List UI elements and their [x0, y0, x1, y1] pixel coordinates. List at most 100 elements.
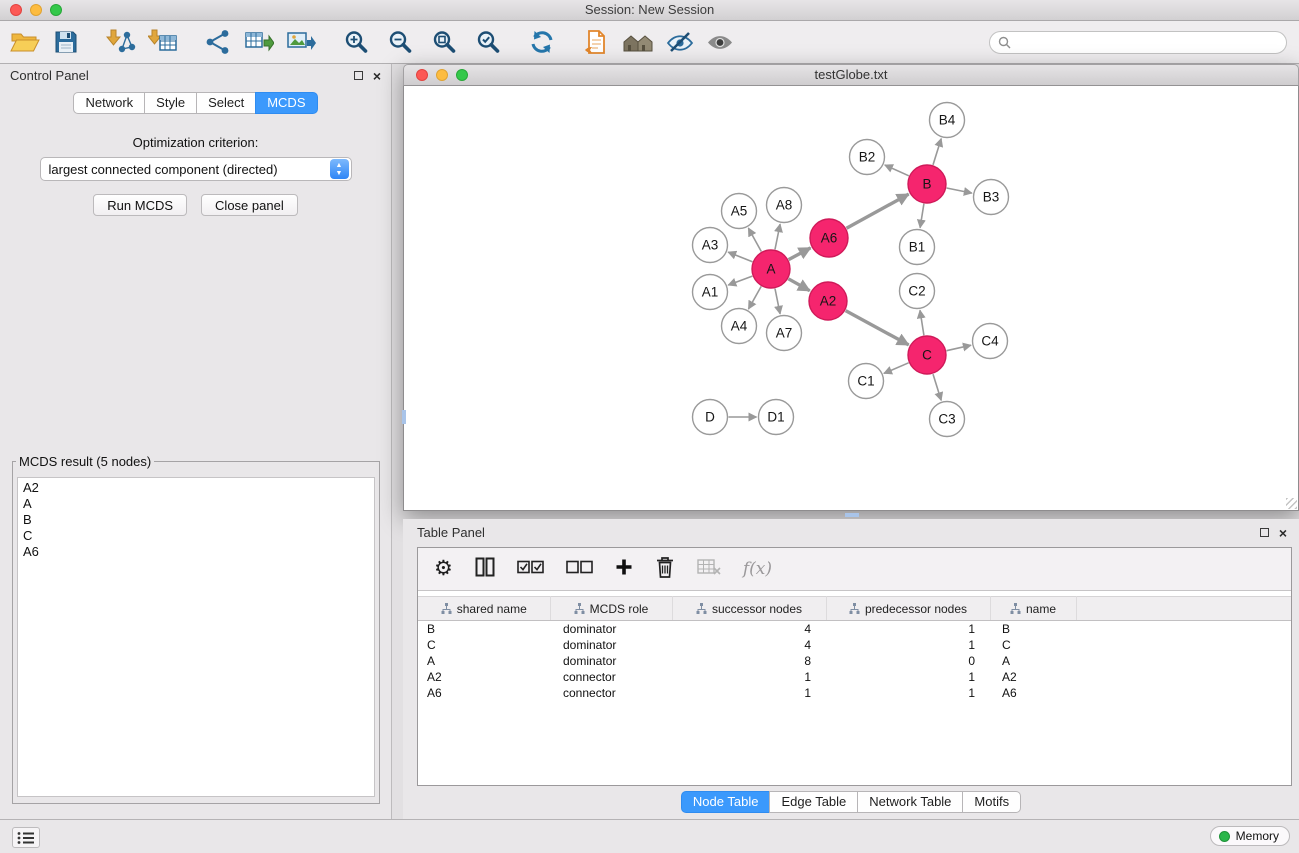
graph-node-C1[interactable]: C1: [849, 364, 884, 399]
select-all-button[interactable]: [517, 559, 544, 579]
graph-node-D1[interactable]: D1: [759, 400, 794, 435]
snapshot-document-button[interactable]: [582, 26, 610, 58]
optimization-criterion-select[interactable]: largest connected component (directed) ▲…: [40, 157, 352, 181]
network-zoom-button[interactable]: [456, 69, 468, 81]
graph-node-A8[interactable]: A8: [767, 188, 802, 223]
table-cell[interactable]: B: [990, 621, 1076, 638]
table-cell[interactable]: 4: [672, 621, 826, 638]
delete-column-button[interactable]: [655, 556, 675, 583]
tab-style[interactable]: Style: [144, 92, 197, 114]
export-image-button[interactable]: [286, 26, 316, 58]
table-cell[interactable]: 1: [826, 685, 990, 701]
float-panel-icon[interactable]: [354, 71, 363, 80]
table-cell[interactable]: A2: [990, 669, 1076, 685]
network-close-button[interactable]: [416, 69, 428, 81]
graph-node-A[interactable]: A: [752, 250, 790, 288]
zoom-fit-button[interactable]: [430, 26, 458, 58]
column-header-successor-nodes[interactable]: successor nodes: [672, 597, 826, 621]
graph-node-C3[interactable]: C3: [930, 402, 965, 437]
zoom-selected-button[interactable]: [474, 26, 502, 58]
close-window-button[interactable]: [10, 4, 22, 16]
graph-edge-B-B1[interactable]: [920, 204, 924, 228]
float-table-panel-icon[interactable]: [1260, 528, 1269, 537]
table-cell[interactable]: 1: [826, 637, 990, 653]
show-graphics-details-button[interactable]: [666, 26, 694, 58]
mcds-result-item[interactable]: A2: [23, 480, 369, 496]
graph-edge-A2-C[interactable]: [846, 311, 909, 345]
table-cell[interactable]: A: [418, 653, 550, 669]
graph-node-A2[interactable]: A2: [809, 282, 847, 320]
deselect-all-button[interactable]: [566, 559, 593, 579]
graph-edge-A-A4[interactable]: [749, 286, 762, 309]
apply-layout-button[interactable]: [528, 26, 556, 58]
close-table-panel-icon[interactable]: ×: [1279, 527, 1287, 539]
table-row-B[interactable]: Bdominator41B: [418, 621, 1291, 638]
graph-edge-A-A2[interactable]: [788, 279, 809, 291]
open-session-button[interactable]: [10, 26, 40, 58]
zoom-window-button[interactable]: [50, 4, 62, 16]
gear-icon[interactable]: ⚙: [434, 558, 453, 580]
graph-node-B4[interactable]: B4: [930, 103, 965, 138]
graph-edge-B-B2[interactable]: [885, 165, 909, 176]
table-cell[interactable]: dominator: [550, 621, 672, 638]
network-canvas[interactable]: B4B2BB3A5A8A6B1A3AC2A1A2A4A7C4CC1C3DD1: [403, 86, 1299, 511]
graph-node-B3[interactable]: B3: [974, 180, 1009, 215]
minimize-window-button[interactable]: [30, 4, 42, 16]
graph-edge-C-C1[interactable]: [884, 363, 909, 374]
table-cell[interactable]: C: [418, 637, 550, 653]
zoom-in-button[interactable]: [342, 26, 370, 58]
mcds-result-item[interactable]: A6: [23, 544, 369, 560]
graph-node-B[interactable]: B: [908, 165, 946, 203]
table-cell[interactable]: C: [990, 637, 1076, 653]
table-cell[interactable]: 1: [672, 669, 826, 685]
column-header-name[interactable]: name: [990, 597, 1076, 621]
table-cell[interactable]: 0: [826, 653, 990, 669]
graph-node-C2[interactable]: C2: [900, 274, 935, 309]
search-input[interactable]: [1017, 34, 1278, 50]
graph-edge-B-B4[interactable]: [933, 139, 941, 165]
column-header-MCDS-role[interactable]: MCDS role: [550, 597, 672, 621]
table-cell[interactable]: A: [990, 653, 1076, 669]
app-titlebar[interactable]: Session: New Session: [0, 0, 1299, 21]
column-header-shared-name[interactable]: shared name: [418, 597, 550, 621]
graph-edge-A-A8[interactable]: [775, 224, 780, 249]
table-cell[interactable]: A6: [418, 685, 550, 701]
close-control-panel-icon[interactable]: ×: [373, 70, 381, 82]
table-cell[interactable]: A6: [990, 685, 1076, 701]
table-row-C[interactable]: Cdominator41C: [418, 637, 1291, 653]
birdseye-view-button[interactable]: [706, 26, 734, 58]
splitter-grip-vertical[interactable]: [402, 410, 406, 424]
graph-node-D[interactable]: D: [693, 400, 728, 435]
table-cell[interactable]: 1: [826, 621, 990, 638]
graph-node-B1[interactable]: B1: [900, 230, 935, 265]
graph-edge-C-C2[interactable]: [920, 310, 924, 335]
tab-mcds[interactable]: MCDS: [255, 92, 317, 114]
mcds-result-list[interactable]: A2ABCA6: [17, 477, 375, 797]
graph-edge-A-A1[interactable]: [728, 276, 752, 285]
graph-node-C4[interactable]: C4: [973, 324, 1008, 359]
import-table-button[interactable]: [148, 26, 178, 58]
network-window-titlebar[interactable]: testGlobe.txt: [403, 64, 1299, 86]
table-row-A2[interactable]: A2connector11A2: [418, 669, 1291, 685]
graph-edge-A6-B[interactable]: [847, 194, 909, 228]
table-cell[interactable]: 1: [672, 685, 826, 701]
split-columns-button[interactable]: [475, 557, 495, 582]
task-history-button[interactable]: [12, 827, 40, 848]
splitter-grip-horizontal[interactable]: [845, 513, 859, 517]
network-minimize-button[interactable]: [436, 69, 448, 81]
table-row-A[interactable]: Adominator80A: [418, 653, 1291, 669]
graph-edge-A-A5[interactable]: [748, 228, 761, 251]
tab-motifs[interactable]: Motifs: [962, 791, 1021, 813]
table-cell[interactable]: dominator: [550, 653, 672, 669]
add-column-button[interactable]: [615, 558, 633, 581]
table-cell[interactable]: B: [418, 621, 550, 638]
graph-edge-A-A7[interactable]: [775, 289, 780, 314]
tab-network[interactable]: Network: [73, 92, 145, 114]
zoom-out-button[interactable]: [386, 26, 414, 58]
graph-node-A1[interactable]: A1: [693, 275, 728, 310]
graph-node-A3[interactable]: A3: [693, 228, 728, 263]
network-graph[interactable]: B4B2BB3A5A8A6B1A3AC2A1A2A4A7C4CC1C3DD1: [404, 86, 1298, 509]
table-row-A6[interactable]: A6connector11A6: [418, 685, 1291, 701]
export-table-button[interactable]: [244, 26, 274, 58]
tab-edge-table[interactable]: Edge Table: [769, 791, 858, 813]
